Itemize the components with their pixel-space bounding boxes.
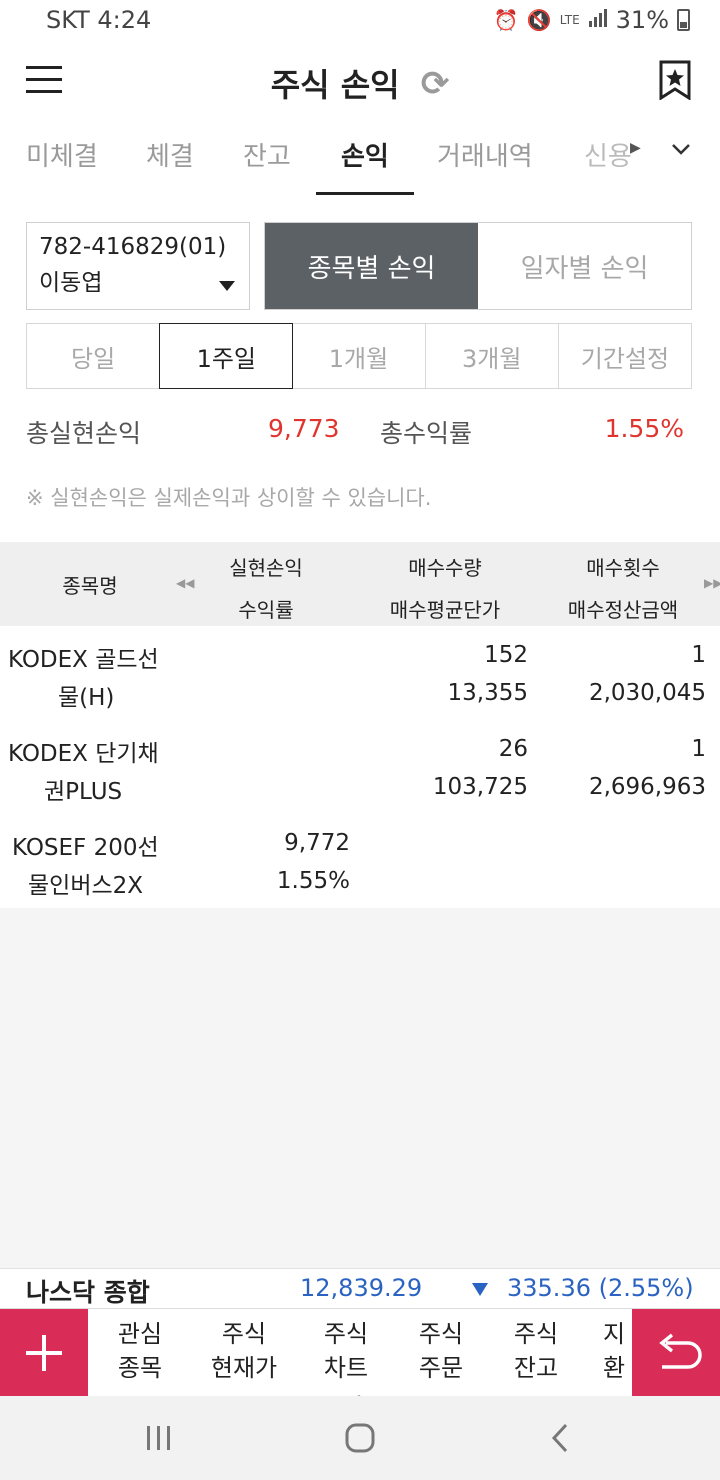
nav-order[interactable]: 주식 주문	[393, 1317, 489, 1385]
battery-icon	[677, 9, 690, 31]
disclaimer-note: ※ 실현손익은 실제손익과 상이할 수 있습니다.	[26, 486, 432, 510]
signal-icon	[588, 8, 608, 33]
account-selector[interactable]: 782-416829(01) 이동엽	[26, 222, 250, 310]
index-name: 나스닥 종합	[26, 1278, 150, 1307]
buy-qty: 152	[484, 642, 528, 668]
period-1month[interactable]: 1개월	[292, 324, 426, 388]
nav-current-price[interactable]: 주식 현재가	[196, 1317, 292, 1385]
tab-filled[interactable]: 체결	[146, 136, 194, 173]
stock-name: KODEX 골드선	[8, 647, 159, 673]
back-button[interactable]	[632, 1309, 720, 1397]
app-header: 주식 손익 ⟳	[0, 44, 720, 120]
tab-unfilled[interactable]: 미체결	[26, 136, 98, 173]
period-custom[interactable]: 기간설정	[559, 324, 691, 388]
active-tab-indicator	[316, 192, 414, 195]
buy-count: 1	[691, 736, 706, 762]
tab-bar: 미체결 체결 잔고 손익 거래내역 신용 ▶	[0, 126, 720, 196]
realized-value: 9,773	[268, 414, 340, 443]
buy-qty: 26	[498, 736, 528, 762]
col-buy-amount: 매수정산금액	[567, 598, 679, 622]
recent-apps-icon[interactable]	[144, 1424, 174, 1452]
network-label: LTE	[559, 13, 580, 27]
scroll-right-icon[interactable]: ▶	[630, 140, 641, 156]
index-value: 12,839.29	[300, 1274, 423, 1302]
nav-label: 현재가	[210, 1354, 278, 1382]
buy-count: 1	[691, 642, 706, 668]
home-icon[interactable]	[344, 1422, 376, 1454]
table-body: KODEX 골드선 물(H) 152 13,355 1 2,030,045 KO…	[0, 626, 720, 908]
col-rate: 수익률	[238, 598, 294, 622]
dropdown-caret-icon	[219, 281, 235, 291]
stock-name: KODEX 단기채	[8, 741, 159, 767]
period-selector: 당일 1주일 1개월 3개월 기간설정	[26, 323, 692, 389]
stock-name-cont: 권PLUS	[44, 779, 123, 805]
return-rate: 1.55%	[276, 868, 350, 894]
empty-area	[0, 908, 720, 1268]
account-name: 이동엽	[39, 270, 103, 296]
chevron-down-icon[interactable]	[670, 138, 692, 160]
carrier-time: SKT 4:24	[46, 6, 152, 34]
nav-label: 관심	[117, 1320, 163, 1348]
nav-label: 종목	[117, 1354, 163, 1382]
buy-avg: 103,725	[432, 774, 528, 800]
col-realized: 실현손익	[229, 556, 303, 580]
scroll-right-icon[interactable]: ▶▶	[704, 576, 720, 590]
undo-arrow-icon	[659, 1333, 702, 1369]
nav-label: 주식	[418, 1320, 464, 1348]
nav-balance[interactable]: 주식 잔고	[488, 1317, 584, 1385]
stock-name: KOSEF 200선	[12, 835, 159, 861]
nav-label: 주식	[221, 1320, 267, 1348]
mute-icon: 🔇	[526, 8, 552, 32]
account-number: 782-416829(01)	[39, 234, 227, 260]
buy-amount: 2,030,045	[588, 680, 706, 706]
col-name: 종목명	[62, 574, 118, 598]
realized-pl: 9,772	[284, 830, 350, 856]
battery-percent: 31%	[615, 6, 669, 34]
return-value: 1.55%	[604, 414, 684, 443]
page-title: 주식 손익 ⟳	[0, 60, 720, 107]
stock-name-cont: 물(H)	[58, 685, 115, 711]
alarm-icon: ⏰	[493, 8, 519, 32]
system-nav-bar	[0, 1396, 720, 1480]
refresh-icon[interactable]: ⟳	[421, 64, 450, 104]
index-ticker[interactable]: 나스닥 종합 12,839.29 335.36 (2.55%)	[0, 1268, 720, 1310]
page-title-text: 주식 손익	[270, 66, 400, 104]
buy-amount: 2,696,963	[588, 774, 706, 800]
nav-label: 주식	[513, 1320, 559, 1348]
scroll-left-icon[interactable]: ◀◀	[176, 576, 194, 590]
tab-profit-loss[interactable]: 손익	[341, 136, 389, 173]
buy-avg: 13,355	[447, 680, 528, 706]
nav-label: 잔고	[513, 1354, 559, 1382]
table-header: 종목명 ◀◀ 실현손익 수익률 매수수량 매수평균단가 매수횟수 매수정산금액 …	[0, 542, 720, 626]
nav-chart[interactable]: 주식 차트	[298, 1317, 394, 1385]
add-icon[interactable]	[0, 1309, 88, 1397]
mode-toggle: 종목별 손익 일자별 손익	[264, 222, 692, 310]
by-item-button[interactable]: 종목별 손익	[265, 223, 478, 309]
col-buy-avg: 매수평균단가	[389, 598, 501, 622]
nav-label: 주문	[418, 1354, 464, 1382]
by-date-button[interactable]: 일자별 손익	[478, 223, 691, 309]
bottom-nav: 관심 종목 주식 현재가 주식 차트 주식 주문 주식 잔고 지 환	[0, 1308, 720, 1397]
down-arrow-icon	[472, 1283, 488, 1296]
index-change: 335.36 (2.55%)	[507, 1274, 694, 1302]
bookmark-star-icon[interactable]	[658, 60, 692, 100]
status-icons: ⏰ 🔇 LTE 31%	[494, 6, 690, 34]
period-3month[interactable]: 3개월	[426, 324, 559, 388]
period-today[interactable]: 당일	[27, 324, 161, 388]
col-buy-count: 매수횟수	[586, 556, 660, 580]
col-buy-qty: 매수수량	[408, 556, 482, 580]
stock-name-cont: 물인버스2X	[28, 873, 144, 899]
return-label: 총수익률	[380, 419, 473, 448]
tab-history[interactable]: 거래내역	[437, 136, 533, 173]
back-nav-icon[interactable]	[548, 1422, 572, 1454]
nav-label: 주식	[323, 1320, 369, 1348]
nav-watchlist[interactable]: 관심 종목	[92, 1317, 188, 1385]
summary-row: 총실현손익 9,773 총수익률 1.55%	[26, 414, 692, 454]
status-bar: SKT 4:24 ⏰ 🔇 LTE 31%	[0, 0, 720, 44]
realized-label: 총실현손익	[26, 419, 142, 448]
nav-label: 차트	[323, 1354, 369, 1382]
tab-balance[interactable]: 잔고	[243, 136, 291, 173]
period-1week[interactable]: 1주일	[159, 323, 294, 389]
